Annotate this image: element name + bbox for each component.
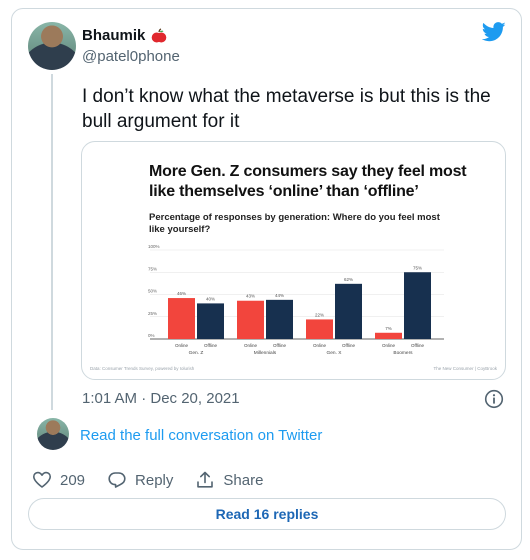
author-display-name[interactable]: Bhaumik (82, 27, 145, 44)
bar-online (306, 319, 333, 339)
apple-emoji-icon (152, 27, 167, 42)
y-tick-label: 0% (148, 333, 155, 338)
reply-button[interactable]: Reply (107, 470, 173, 490)
chart-credit: The New Consumer | CoyBrook (433, 366, 497, 371)
info-icon[interactable] (484, 389, 504, 409)
y-tick-label: 100% (148, 244, 160, 249)
bar-category-label: Offline (411, 343, 424, 348)
bar-category-label: Online (175, 343, 189, 348)
bar-online (237, 300, 264, 339)
twitter-logo-icon[interactable] (482, 22, 506, 42)
tweet-timestamp[interactable]: 1:01 AM · Dec 20, 2021 (82, 390, 240, 407)
group-label: Boomers (393, 350, 413, 356)
reply-icon (108, 472, 126, 488)
bar-value-label: 44% (275, 293, 284, 298)
bar-value-label: 46% (177, 291, 186, 296)
bar-online (375, 332, 402, 339)
tweet-text: I don’t know what the metaverse is but t… (82, 86, 491, 132)
chart-source: Data: Consumer Trends Survey, powered by… (90, 366, 195, 371)
bar-value-label: 22% (315, 312, 324, 317)
bar-online (168, 298, 195, 339)
bar-category-label: Offline (204, 343, 217, 348)
author-name-row[interactable]: Bhaumik (82, 27, 167, 44)
bar-category-label: Online (244, 343, 258, 348)
tweet-actions: 209 Reply Share (32, 470, 285, 490)
share-button[interactable]: Share (195, 470, 263, 490)
bar-value-label: 75% (413, 265, 422, 270)
thread-line (51, 74, 53, 410)
heart-icon (33, 471, 51, 488)
group-label: Gen. X (327, 350, 343, 356)
reply-label: Reply (135, 471, 174, 489)
bar-value-label: 7% (385, 326, 392, 331)
bar-category-label: Online (382, 343, 396, 348)
author-handle[interactable]: @patel0phone (82, 48, 180, 65)
like-count: 209 (60, 471, 86, 489)
like-button[interactable]: 209 (32, 470, 85, 490)
chart-plot: 100%75%50%25%0%46%Online40%OfflineGen. Z… (148, 244, 444, 356)
author-avatar[interactable] (28, 22, 76, 70)
bar-offline (335, 283, 362, 339)
bar-value-label: 43% (246, 294, 255, 299)
bar-value-label: 62% (344, 277, 353, 282)
bar-category-label: Offline (342, 343, 355, 348)
read-full-conversation-link[interactable]: Read the full conversation on Twitter (80, 427, 322, 444)
reader-avatar[interactable] (37, 418, 69, 450)
y-tick-label: 25% (148, 311, 157, 316)
y-tick-label: 75% (148, 266, 157, 271)
bar-category-label: Online (313, 343, 327, 348)
tweet-media-chart[interactable]: More Gen. Z consumers say they feel most… (81, 141, 506, 380)
share-icon (197, 471, 214, 488)
read-replies-button[interactable]: Read 16 replies (28, 498, 506, 530)
bar-offline (404, 272, 431, 339)
y-tick-label: 50% (148, 289, 157, 294)
bar-category-label: Offline (273, 343, 286, 348)
bar-offline (266, 299, 293, 339)
bar-offline (197, 303, 224, 339)
group-label: Millennials (254, 350, 277, 356)
bar-value-label: 40% (206, 296, 215, 301)
share-label: Share (223, 471, 264, 489)
group-label: Gen. Z (189, 350, 204, 356)
